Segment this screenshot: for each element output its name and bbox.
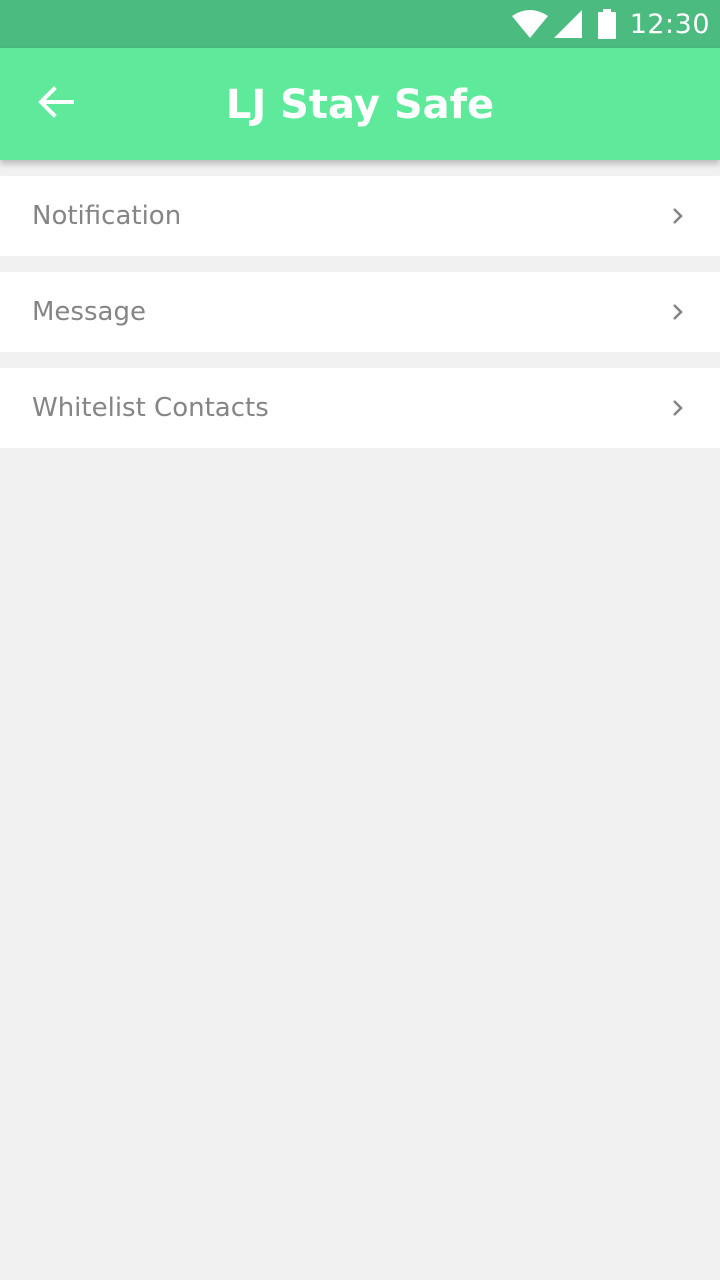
cell-signal-icon — [553, 10, 582, 38]
menu-item-label: Notification — [32, 201, 182, 231]
chevron-right-icon — [672, 207, 684, 225]
chevron-right-icon — [672, 303, 684, 321]
app-bar: LJ Stay Safe — [0, 48, 720, 160]
status-bar: 12:30 — [0, 0, 720, 48]
menu-item-whitelist-contacts[interactable]: Whitelist Contacts — [0, 368, 720, 448]
menu-item-label: Whitelist Contacts — [32, 393, 269, 423]
menu-item-label: Message — [32, 297, 146, 327]
status-icons: 12:30 — [511, 0, 710, 48]
menu-item-message[interactable]: Message — [0, 272, 720, 352]
arrow-left-icon — [38, 85, 74, 123]
settings-menu: Notification Message Whitelist Contacts — [0, 176, 720, 464]
wifi-icon — [511, 10, 548, 38]
battery-icon — [597, 9, 616, 39]
page-title: LJ Stay Safe — [225, 82, 495, 128]
chevron-right-icon — [672, 399, 684, 417]
menu-item-notification[interactable]: Notification — [0, 176, 720, 256]
back-button[interactable] — [20, 68, 92, 140]
status-time: 12:30 — [629, 8, 710, 40]
